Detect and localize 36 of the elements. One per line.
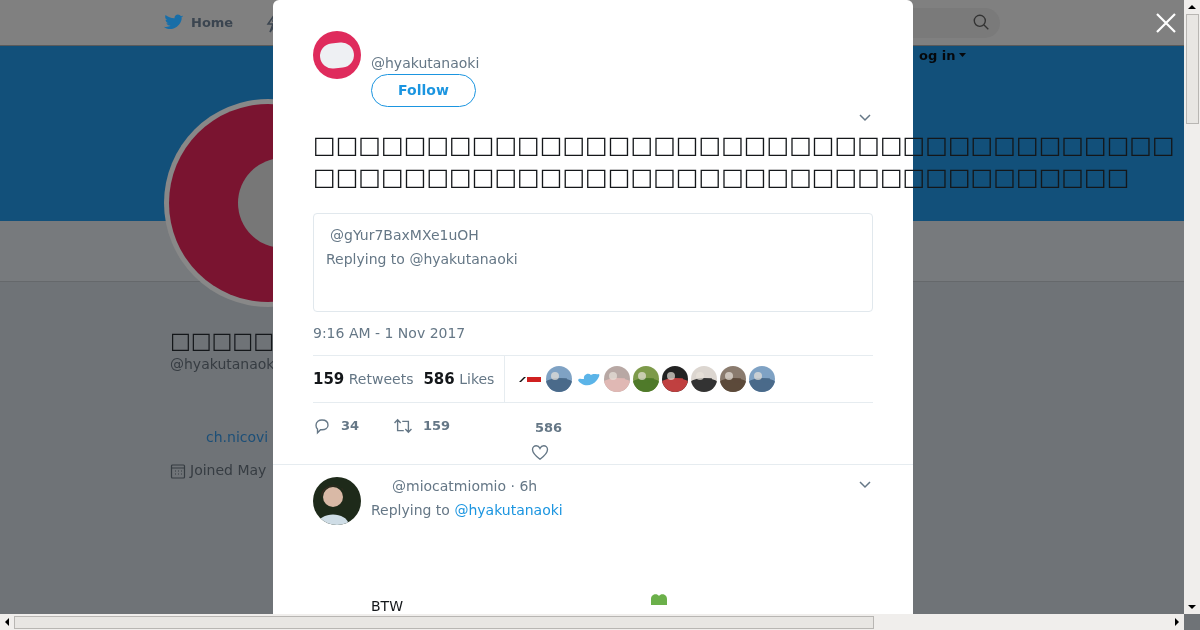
retweet-icon[interactable] (393, 416, 413, 435)
joined-date: Joined May (190, 461, 267, 480)
stat-count[interactable]: 159 Retweets (313, 367, 414, 391)
quoted-replying-text: Replying to @hyakutanaoki (326, 250, 519, 268)
home-link[interactable]: Home (191, 12, 234, 33)
reply-handle[interactable]: @miocatmiomio · 6h (392, 477, 538, 495)
tweet-timestamp: 9:16 AM - 1 Nov 2017 (313, 324, 467, 342)
search-field[interactable] (910, 7, 1000, 38)
chevron-down-icon[interactable] (859, 114, 871, 122)
vertical-scrollbar[interactable] (1184, 0, 1200, 614)
search-icon (973, 14, 990, 31)
heart-emoji-icon (650, 593, 668, 605)
calendar-icon (170, 462, 186, 479)
profile-name: □□□□□ (170, 328, 274, 354)
scrollbar-thumb[interactable] (1185, 14, 1199, 124)
scrollbar-thumb[interactable] (14, 615, 874, 629)
bird-icon (163, 14, 183, 31)
quoted-handle: @gYur7BaxMXe1uOH (330, 226, 480, 244)
user-handle[interactable]: @hyakutanaoki (371, 54, 480, 72)
horizontal-scrollbar[interactable] (0, 614, 1184, 630)
close-button[interactable] (1155, 12, 1177, 34)
stat-count[interactable]: 586 Likes (423, 367, 495, 391)
profile-handle: @hyakutanaok (170, 355, 275, 374)
reply-icon[interactable] (313, 416, 331, 435)
reply-text: BTW (371, 597, 403, 615)
retweet-count: 159 (423, 417, 451, 435)
replying-to-text: Replying to @hyakutanaoki (371, 501, 564, 519)
chevron-down-icon[interactable] (859, 481, 871, 489)
heart-icon[interactable] (531, 443, 549, 461)
like-count: 586 (535, 419, 563, 437)
logo-icon (519, 376, 542, 382)
user-avatar[interactable] (313, 477, 361, 525)
mention-link[interactable]: @hyakutanaoki (454, 502, 563, 518)
reply-count: 34 (341, 417, 360, 435)
quoted-tweet[interactable]: @gYur7BaxMXe1uOH Replying to @hyakutanaoki (313, 213, 873, 312)
caret-icon (959, 53, 967, 59)
